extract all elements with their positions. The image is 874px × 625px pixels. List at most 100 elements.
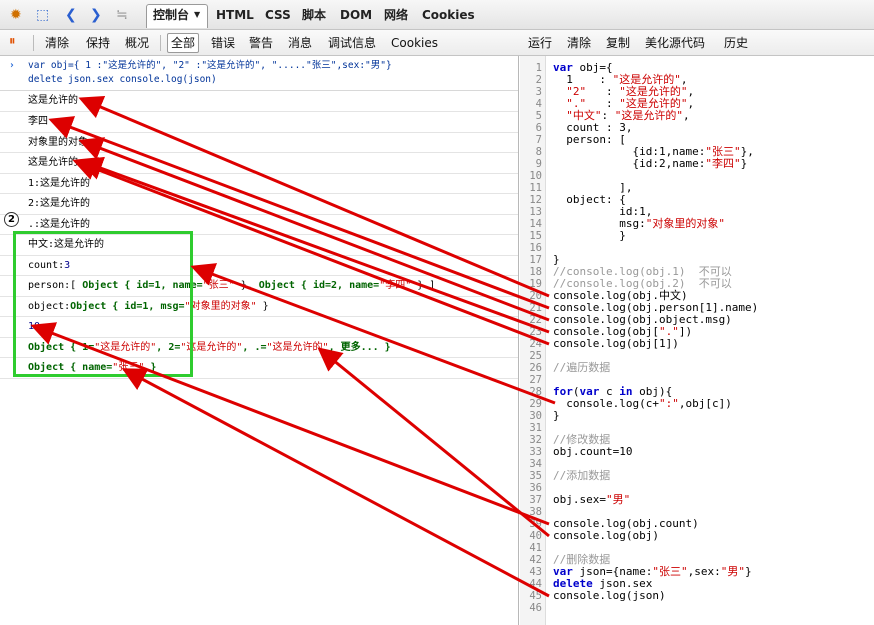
line-number: 25 <box>529 350 542 362</box>
line-number: 35 <box>529 470 542 482</box>
code-line[interactable]: //添加数据 <box>553 470 610 482</box>
line-number: 16 <box>529 242 542 254</box>
command-editor[interactable]: 1 var obj={2 1 : "这是允许的", 3 "2" : "这是允许的",… <box>520 56 874 625</box>
line-number: 3 <box>535 86 542 98</box>
line-number: 9 <box>535 158 542 170</box>
line-number: 10 <box>529 170 542 182</box>
line-number: 8 <box>535 146 542 158</box>
command-line-2: delete json.sex console.log(json) <box>28 74 217 85</box>
chevron-down-icon[interactable]: ▼ <box>194 0 200 30</box>
object-link[interactable]: Object { id=2, name= <box>259 280 379 291</box>
log-row: 李四 <box>0 112 518 133</box>
line-number: 5 <box>535 110 542 122</box>
command-echo: › var obj={ 1 :"这是允许的", "2" :"这是允许的", ".… <box>0 56 518 91</box>
line-number: 6 <box>535 122 542 134</box>
line-number: 26 <box>529 362 542 374</box>
clear-button[interactable]: 清除 <box>45 30 69 56</box>
history-button[interactable]: 历史 <box>724 30 748 56</box>
profile-button[interactable]: 概况 <box>125 30 149 56</box>
console-toolbar: ⏸ 清除 保持 概况 全部 错误 警告 消息 调试信息 Cookies 运行 清… <box>0 30 874 56</box>
highlight-box <box>13 231 193 377</box>
line-number: 32 <box>529 434 542 446</box>
prompt-icon: › <box>9 60 15 71</box>
filter-warnings-button[interactable]: 警告 <box>249 30 273 56</box>
tab-net[interactable]: 网络 <box>384 0 408 30</box>
log-row: 这是允许的 <box>0 91 518 112</box>
line-number: 42 <box>529 554 542 566</box>
line-number: 12 <box>529 194 542 206</box>
step-icon[interactable]: ≒ <box>116 0 128 30</box>
firebug-bug-icon[interactable]: ✹ <box>10 0 22 30</box>
tab-css[interactable]: CSS <box>265 0 291 30</box>
line-number: 24 <box>529 338 542 350</box>
line-number: 44 <box>529 578 542 590</box>
line-number: 20 <box>529 290 542 302</box>
line-number: 40 <box>529 530 542 542</box>
filter-debug-button[interactable]: 调试信息 <box>328 30 376 56</box>
code-line[interactable]: console.log(c+":",obj[c]) <box>553 398 732 410</box>
log-row: 对象里的对象 <box>0 133 518 153</box>
line-number: 45 <box>529 590 542 602</box>
log-row: 2:这是允许的 <box>0 194 518 215</box>
forward-arrow-icon[interactable]: ❯ <box>90 0 102 30</box>
editor-clear-button[interactable]: 清除 <box>567 30 591 56</box>
log-row: 1:这是允许的 <box>0 174 518 194</box>
line-number: 11 <box>529 182 542 194</box>
firebug-main-toolbar: ✹ ⬚ ❮ ❯ ≒ 控制台 ▼ HTML CSS 脚本 DOM 网络 Cooki… <box>0 0 874 30</box>
line-number: 21 <box>529 302 542 314</box>
line-number: 36 <box>529 482 542 494</box>
repeat-count-badge: 2 <box>4 212 19 227</box>
inspect-element-icon[interactable]: ⬚ <box>36 0 49 30</box>
tab-cookies[interactable]: Cookies <box>422 0 475 30</box>
code-line[interactable]: console.log(obj[1]) <box>553 338 679 350</box>
code-line[interactable]: {id:2,name:"李四"} <box>553 158 747 170</box>
line-number: 23 <box>529 326 542 338</box>
copy-button[interactable]: 复制 <box>606 30 630 56</box>
line-number: 7 <box>535 134 542 146</box>
code-line[interactable]: console.log(json) <box>553 590 666 602</box>
line-number: 39 <box>529 518 542 530</box>
line-number: 18 <box>529 266 542 278</box>
line-number: 14 <box>529 218 542 230</box>
filter-all-button[interactable]: 全部 <box>167 33 200 53</box>
line-number: 38 <box>529 506 542 518</box>
line-number: 37 <box>529 494 542 506</box>
code-line[interactable]: //遍历数据 <box>553 362 610 374</box>
line-number: 22 <box>529 314 542 326</box>
filter-info-button[interactable]: 消息 <box>288 30 312 56</box>
filter-errors-button[interactable]: 错误 <box>211 30 235 56</box>
run-button[interactable]: 运行 <box>528 30 552 56</box>
line-number: 27 <box>529 374 542 386</box>
filter-cookies-button[interactable]: Cookies <box>391 30 438 56</box>
tab-dom[interactable]: DOM <box>340 0 372 30</box>
line-number: 34 <box>529 458 542 470</box>
line-number: 33 <box>529 446 542 458</box>
line-number: 15 <box>529 230 542 242</box>
line-number: 4 <box>535 98 542 110</box>
code-line[interactable]: console.log(obj) <box>553 530 659 542</box>
break-on-error-icon[interactable]: ⏸ <box>9 27 16 57</box>
persist-button[interactable]: 保持 <box>86 30 110 56</box>
log-row: 这是允许的 <box>0 153 518 174</box>
console-output-panel[interactable]: › var obj={ 1 :"这是允许的", "2" :"这是允许的", ".… <box>0 56 519 625</box>
line-number: 30 <box>529 410 542 422</box>
line-number: 2 <box>535 74 542 86</box>
code-line[interactable]: obj.count=10 <box>553 446 632 458</box>
back-arrow-icon[interactable]: ❮ <box>65 0 77 30</box>
pretty-print-button[interactable]: 美化源代码 <box>645 30 705 56</box>
line-number: 13 <box>529 206 542 218</box>
tab-script[interactable]: 脚本 <box>302 0 326 30</box>
line-number: 29 <box>529 398 542 410</box>
line-number: 31 <box>529 422 542 434</box>
line-number: 46 <box>529 602 542 614</box>
code-line[interactable]: } <box>553 410 560 422</box>
line-number: 19 <box>529 278 542 290</box>
command-line-1: var obj={ 1 :"这是允许的", "2" :"这是允许的", "...… <box>28 60 392 71</box>
line-number: 43 <box>529 566 542 578</box>
code-line[interactable]: } <box>553 230 626 242</box>
line-number: 17 <box>529 254 542 266</box>
tab-console[interactable]: 控制台 <box>153 0 189 30</box>
tab-html[interactable]: HTML <box>216 0 254 30</box>
line-number: 1 <box>535 62 542 74</box>
code-line[interactable]: obj.sex="男" <box>553 494 630 506</box>
